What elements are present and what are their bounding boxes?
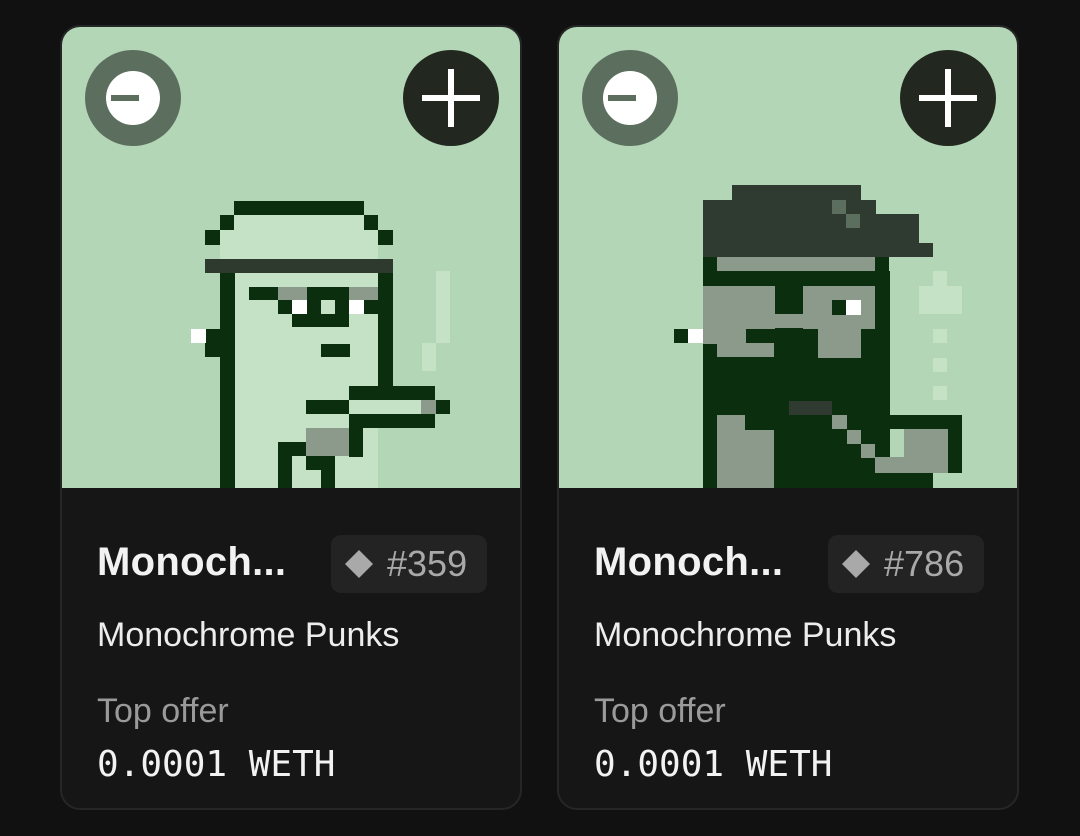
nft-name[interactable]: Monoch... [97,540,286,585]
diamond-icon [345,550,373,578]
nft-card-info: Monoch... #359 Monochrome Punks Top offe… [62,488,520,808]
top-offer-label: Top offer [594,692,726,730]
add-button[interactable] [403,50,499,146]
nft-name[interactable]: Monoch... [594,540,783,585]
token-id-badge: #359 [331,535,487,593]
remove-button[interactable] [582,50,678,146]
nft-artwork[interactable] [62,27,520,488]
top-offer-value: 0.0001 WETH [594,744,833,785]
nft-card[interactable]: Monoch... #359 Monochrome Punks Top offe… [60,25,522,810]
plus-icon [919,69,977,127]
minus-circle-icon [603,71,657,125]
token-id: #786 [884,543,965,584]
nft-artwork[interactable] [559,27,1017,488]
diamond-icon [842,550,870,578]
token-id: #359 [387,543,468,584]
token-id-badge: #786 [828,535,984,593]
collection-name[interactable]: Monochrome Punks [97,616,399,655]
plus-icon [422,69,480,127]
minus-circle-icon [106,71,160,125]
nft-card-info: Monoch... #786 Monochrome Punks Top offe… [559,488,1017,808]
add-button[interactable] [900,50,996,146]
top-offer-label: Top offer [97,692,229,730]
nft-card-grid: Monoch... #359 Monochrome Punks Top offe… [0,0,1080,836]
remove-button[interactable] [85,50,181,146]
collection-name[interactable]: Monochrome Punks [594,616,896,655]
top-offer-value: 0.0001 WETH [97,744,336,785]
nft-card[interactable]: Monoch... #786 Monochrome Punks Top offe… [557,25,1019,810]
